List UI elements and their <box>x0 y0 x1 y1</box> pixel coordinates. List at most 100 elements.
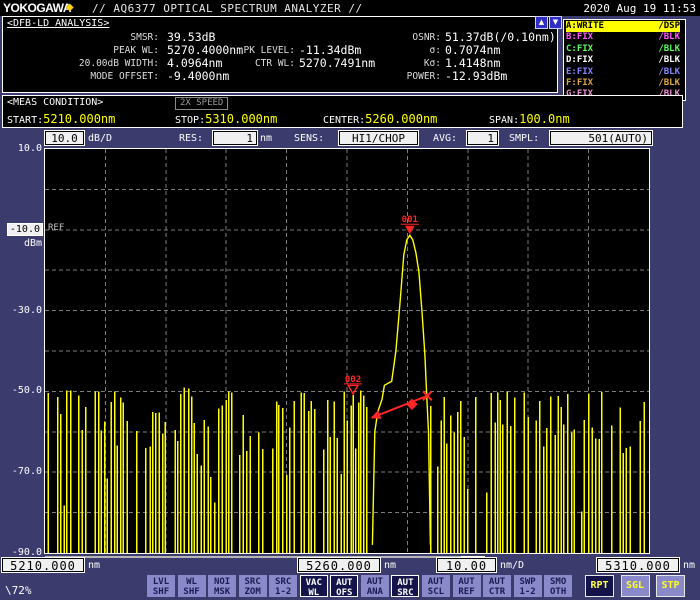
setting-value-avg: 1 <box>467 131 498 145</box>
softkey-aut-ofs[interactable]: AUT OFS <box>330 575 358 597</box>
trace-display-mode: /BLK <box>658 55 680 66</box>
meas-field-span: SPAN:100.0nm <box>489 112 570 126</box>
trace-row-a[interactable]: A:WRITE/DSP <box>566 21 680 32</box>
analysis-value-mode-offset: -9.4000nm <box>167 70 229 83</box>
softkey-aut-ctr[interactable]: AUT CTR <box>483 575 511 597</box>
plot-area: 001002 REF <box>44 148 650 554</box>
spectrum-svg: 001002 <box>45 149 649 553</box>
meas-condition-title: <MEAS CONDITION> <box>7 97 103 108</box>
x-stop-unit: nm <box>683 560 695 571</box>
softkey-lvl-shf[interactable]: LVL SHF <box>147 575 175 597</box>
softkey-noi-msk[interactable]: NOI MSK <box>208 575 236 597</box>
meas-value: 5210.000nm <box>43 112 115 126</box>
trace-display-mode: /BLK <box>658 67 680 78</box>
trace-name: A:WRITE <box>566 21 604 31</box>
trace-name: E:FIX <box>566 67 593 77</box>
noise-spikes <box>48 387 644 553</box>
trace-name: B:FIX <box>566 32 593 42</box>
scroll-down-button[interactable]: ▼ <box>549 16 562 29</box>
trace-legend-panel: A:WRITE/DSPB:FIX/BLKC:FIX/BLKD:FIX/BLKE:… <box>563 19 686 101</box>
meas-field-start: START:5210.000nm <box>7 112 115 126</box>
softkey-swp-1-2[interactable]: SWP 1-2 <box>514 575 542 597</box>
setting-label-sens: SENS: <box>294 133 324 144</box>
softkey-aut-ref[interactable]: AUT REF <box>453 575 481 597</box>
meas-field-stop: STOP:5310.000nm <box>175 112 277 126</box>
x-start-unit: nm <box>88 560 100 571</box>
softkey-src-zom[interactable]: SRC ZOM <box>239 575 267 597</box>
softkey-aut-src[interactable]: AUT SRC <box>391 575 419 597</box>
y-tick-10-0: -10.0 <box>0 224 42 235</box>
y-tick-70-0: -70.0 <box>0 466 42 477</box>
setting-value-smpl: 501(AUTO) <box>550 131 652 145</box>
x-center-unit: nm <box>384 560 396 571</box>
x-center-value: 5260.000 <box>298 558 380 572</box>
datetime-display: 2020 Aug 19 11:53 <box>583 2 696 15</box>
softkey-aut-scl[interactable]: AUT SCL <box>422 575 450 597</box>
softkey-src-1-2[interactable]: SRC 1-2 <box>269 575 297 597</box>
ref-level-value: -10.0 <box>8 224 42 235</box>
meas-label: CENTER: <box>323 115 365 126</box>
setting-label-avg: AVG: <box>433 133 457 144</box>
analysis-label-k: Kσ: <box>343 57 441 70</box>
setting-unit-db-d: dB/D <box>88 133 112 144</box>
trace-row-e[interactable]: E:FIX/BLK <box>566 67 680 78</box>
sweep-key-rpt[interactable]: RPT <box>585 575 614 597</box>
y-tick-50-0: -50.0 <box>0 385 42 396</box>
y-tick-90-0: -90.0 <box>0 547 42 558</box>
y-tick-10-0: 10.0 <box>0 143 42 154</box>
analysis-label-power: POWER: <box>343 70 441 83</box>
trace-display-mode: /BLK <box>658 44 680 55</box>
trace-row-f[interactable]: F:FIX/BLK <box>566 78 680 89</box>
logo-diamond-icon: ◆ <box>66 2 74 13</box>
x-scale-value: 10.00 <box>437 558 496 572</box>
trace-row-b[interactable]: B:FIX/BLK <box>566 32 680 43</box>
trace-row-c[interactable]: C:FIX/BLK <box>566 44 680 55</box>
analysis-label-20-00db-width: 20.00dB WIDTH: <box>7 57 159 70</box>
y-axis-unit: dBm <box>0 238 42 249</box>
softkey-aut-ana[interactable]: AUT ANA <box>361 575 389 597</box>
x-start-value: 5210.000 <box>2 558 84 572</box>
setting-value-level-scale: 10.0 <box>45 131 84 145</box>
analysis-label-smsr: SMSR: <box>7 31 159 44</box>
y-tick-30-0: -30.0 <box>0 305 42 316</box>
app-title: // AQ6377 OPTICAL SPECTRUM ANALYZER // <box>92 2 363 15</box>
meas-condition-panel: <MEAS CONDITION> 2X SPEED START:5210.000… <box>2 95 683 128</box>
x-scale-unit: nm/D <box>500 560 524 571</box>
setting-unit-nm: nm <box>260 133 272 144</box>
softkey-wl-shf[interactable]: WL SHF <box>178 575 206 597</box>
analysis-label-peak-wl: PEAK WL: <box>7 44 159 57</box>
sweep-key-stp[interactable]: STP <box>656 575 685 597</box>
setting-value-res: 1 <box>213 131 257 145</box>
trace-display-mode: /BLK <box>658 32 680 43</box>
softkey-smo-oth[interactable]: SMO OTH <box>544 575 572 597</box>
scroll-up-button[interactable]: ▲ <box>535 16 548 29</box>
setting-label-smpl: SMPL: <box>509 133 539 144</box>
yokogawa-logo: YOKOGAWA <box>3 1 71 15</box>
meas-value: 100.0nm <box>519 112 570 126</box>
trace-name: C:FIX <box>566 44 593 54</box>
speed-badge: 2X SPEED <box>175 97 228 110</box>
softkey-vac-wl[interactable]: VAC WL <box>300 575 328 597</box>
sweep-progress-bar <box>45 556 485 558</box>
title-bar: YOKOGAWA ◆ // AQ6377 OPTICAL SPECTRUM AN… <box>0 0 700 16</box>
meas-label: STOP: <box>175 115 205 126</box>
meas-value: 5260.000nm <box>365 112 437 126</box>
osa-screen: YOKOGAWA ◆ // AQ6377 OPTICAL SPECTRUM AN… <box>0 0 700 600</box>
meas-value: 5310.000nm <box>205 112 277 126</box>
x-stop-value: 5310.000 <box>597 558 679 572</box>
sweep-key-sgl[interactable]: SGL <box>621 575 650 597</box>
sweep-percent-label: \72% <box>5 584 32 597</box>
marker-001: 001 <box>401 215 419 234</box>
meas-label: SPAN: <box>489 115 519 126</box>
trace-name: F:FIX <box>566 78 593 88</box>
analysis-title: <DFB-LD ANALYSIS> <box>7 18 109 29</box>
trace-row-d[interactable]: D:FIX/BLK <box>566 55 680 66</box>
setting-label-res: RES: <box>179 133 203 144</box>
meas-field-center: CENTER:5260.000nm <box>323 112 437 126</box>
analysis-label-mode-offset: MODE OFFSET: <box>7 70 159 83</box>
meas-label: START: <box>7 115 43 126</box>
trace-display-mode: /DSP <box>658 21 680 32</box>
setting-value-sens: HI1/CHOP <box>339 131 418 145</box>
analysis-value-power: -12.93dBm <box>445 70 507 83</box>
trace-display-mode: /BLK <box>658 78 680 89</box>
